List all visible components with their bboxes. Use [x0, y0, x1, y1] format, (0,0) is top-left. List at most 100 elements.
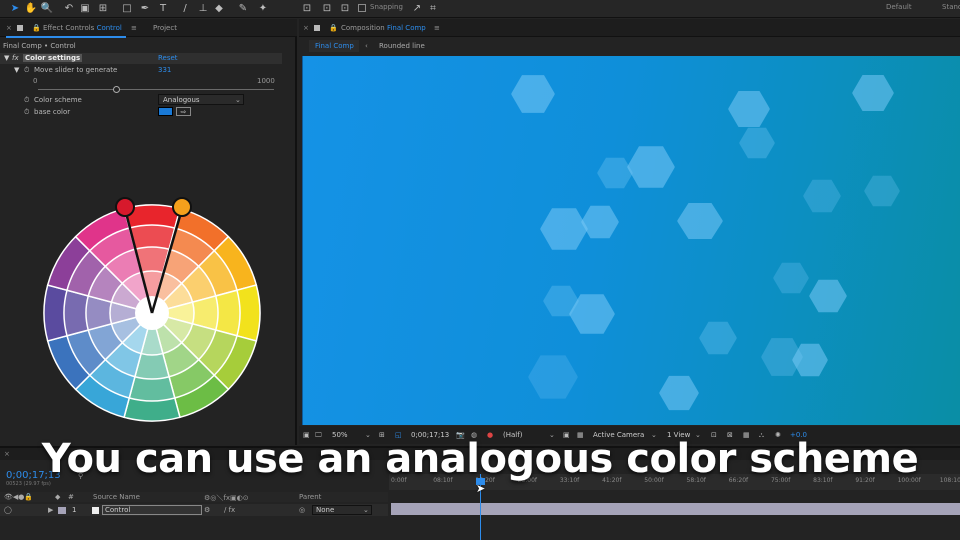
color-wheel-graphic [43, 197, 261, 422]
effect-controls-tab[interactable]: Effect Controls Control [43, 24, 122, 32]
number-icon[interactable]: # [68, 493, 74, 501]
axis-world-icon[interactable]: ⊡ [320, 2, 334, 16]
bokeh-shape [659, 375, 699, 411]
bokeh-shape [528, 355, 578, 399]
chevron-down-icon: ⌄ [363, 506, 369, 514]
parent-value: None [316, 506, 335, 514]
bokeh-shape [803, 179, 841, 213]
pan-behind-tool-icon[interactable]: ⊞ [96, 2, 110, 16]
selection-tool-icon[interactable]: ➤ [8, 2, 22, 16]
slider-label: Move slider to generate [34, 66, 118, 74]
stopwatch-icon[interactable]: ⏱ [24, 96, 29, 105]
layer-duration-bar[interactable] [391, 503, 960, 515]
comp-flow-tab[interactable]: Final Comp [309, 40, 359, 52]
panel-lock-icon [17, 25, 23, 31]
hand-tool-icon[interactable]: ✋ [24, 2, 38, 16]
fx-icon[interactable]: fx [12, 54, 19, 62]
eraser-tool-icon[interactable]: ◆ [212, 2, 226, 16]
shy-switch-icon[interactable]: ⚙ [204, 506, 210, 514]
panel-menu-icon[interactable]: ≡ [131, 24, 137, 32]
stopwatch-icon[interactable]: ⏱ [24, 108, 29, 117]
workspace-standard[interactable]: Stand [942, 3, 960, 11]
brush-tool-icon[interactable]: / [178, 2, 192, 16]
source-name-header[interactable]: Source Name [93, 493, 140, 501]
breadcrumb: Final Comp • Control [3, 42, 76, 50]
slider-knob[interactable] [113, 86, 121, 93]
bokeh-shape [773, 262, 809, 294]
label-color-swatch[interactable] [58, 507, 66, 514]
stopwatch-icon[interactable]: ⏱ [24, 66, 29, 75]
bokeh-shape [511, 75, 555, 113]
base-color-label: base color [34, 108, 71, 116]
axis-local-icon[interactable]: ⊡ [300, 2, 314, 16]
bokeh-shape [809, 279, 847, 313]
rectangle-tool-icon[interactable]: □ [120, 2, 134, 16]
tools-toolbar: ➤ ✋ 🔍 ↶ ▣ ⊞ □ ✒ T / ⊥ ◆ ✎ ✦ ⊡ ⊡ ⊡ Snappi… [0, 0, 960, 18]
expand-triangle-icon[interactable]: ▶ [48, 506, 53, 514]
project-tab[interactable]: Project [153, 24, 177, 32]
expand-triangle-icon[interactable]: ▼ [4, 54, 9, 62]
pick-whip-icon[interactable]: ◎ [299, 506, 305, 514]
lock-icon[interactable]: 🔒 [329, 24, 338, 32]
reset-link[interactable]: Reset [158, 54, 178, 62]
label-icon[interactable]: ◆ [55, 493, 60, 501]
snapping-label: Snapping [370, 3, 403, 11]
bokeh-shape [581, 205, 619, 239]
chevron-left-icon: ‹ [365, 42, 368, 50]
rotate-tool-icon[interactable]: ↶ [62, 2, 76, 16]
color-scheme-value: Analogous [163, 96, 200, 104]
snap-options-icon[interactable]: ↗ [410, 2, 424, 16]
layer-name: Control [105, 506, 131, 514]
clone-stamp-tool-icon[interactable]: ⊥ [196, 2, 210, 16]
switches-header-icon[interactable]: ⚙◎＼fx▣◐⊙ [204, 493, 249, 503]
visibility-icon[interactable]: ◯ [4, 506, 12, 514]
roto-brush-tool-icon[interactable]: ✎ [236, 2, 250, 16]
slider-track[interactable] [38, 89, 274, 90]
rounded-line-tab[interactable]: Rounded line [379, 42, 425, 50]
close-icon[interactable]: × [6, 24, 12, 32]
fx-switch-icon[interactable]: / fx [224, 506, 235, 514]
panel-menu-icon[interactable]: ≡ [434, 24, 440, 32]
base-color-swatch[interactable] [158, 107, 173, 116]
color-scheme-label: Color scheme [34, 96, 82, 104]
bokeh-shape [627, 146, 675, 188]
parent-header[interactable]: Parent [299, 493, 321, 501]
active-tab-underline [6, 36, 126, 38]
layer-name-field[interactable]: Control [102, 505, 202, 515]
chevron-down-icon: ⌄ [235, 96, 241, 104]
axis-view-icon[interactable]: ⊡ [338, 2, 352, 16]
color-scheme-dropdown[interactable]: Analogous ⌄ [158, 94, 244, 105]
after-effects-window: ➤ ✋ 🔍 ↶ ▣ ⊞ □ ✒ T / ⊥ ◆ ✎ ✦ ⊡ ⊡ ⊡ Snappi… [0, 0, 960, 540]
slider-value[interactable]: 331 [158, 66, 171, 74]
composition-viewer[interactable] [302, 56, 960, 425]
camera-tool-icon[interactable]: ▣ [78, 2, 92, 16]
effect-group-name[interactable]: Color settings [23, 54, 83, 62]
bokeh-shape [540, 208, 588, 250]
layer-columns-header: 👁◀●🔒 ◆ # Source Name ⚙◎＼fx▣◐⊙ Parent [0, 492, 388, 502]
layer-type-icon [92, 507, 99, 514]
effect-controls-tabbar: × 🔒 Effect Controls Control ≡ Project [0, 19, 297, 37]
pen-tool-icon[interactable]: ✒ [138, 2, 152, 16]
slider-expand-icon[interactable]: ▼ [14, 66, 19, 74]
zoom-tool-icon[interactable]: 🔍 [40, 2, 54, 16]
snapping-checkbox[interactable] [358, 4, 366, 12]
snap-grid-icon[interactable]: ⌗ [426, 2, 440, 16]
bokeh-shape [677, 203, 723, 239]
layer-row[interactable]: ◯ ▶ 1 Control ⚙ / fx ◎ None ⌄ [0, 504, 388, 516]
red-handle[interactable] [115, 197, 135, 217]
close-icon[interactable]: × [303, 24, 309, 32]
puppet-tool-icon[interactable]: ✦ [256, 2, 270, 16]
av-switches-icon[interactable]: 👁◀●🔒 [4, 493, 33, 501]
panel-lock-icon [314, 25, 320, 31]
composition-tab[interactable]: Composition Final Comp [341, 24, 426, 32]
video-caption: You can use an analogous color scheme [41, 436, 919, 482]
bokeh-shape [597, 157, 633, 189]
type-tool-icon[interactable]: T [156, 2, 170, 16]
orange-handle[interactable] [172, 197, 192, 217]
parent-dropdown[interactable]: None ⌄ [312, 505, 372, 515]
lock-icon[interactable]: 🔒 [32, 24, 41, 32]
workspace-default[interactable]: Default [886, 3, 912, 11]
bokeh-shape [728, 91, 770, 127]
eyedropper-icon[interactable]: ⇨ [176, 107, 191, 116]
comp-flow-tab-label: Final Comp [315, 42, 354, 50]
